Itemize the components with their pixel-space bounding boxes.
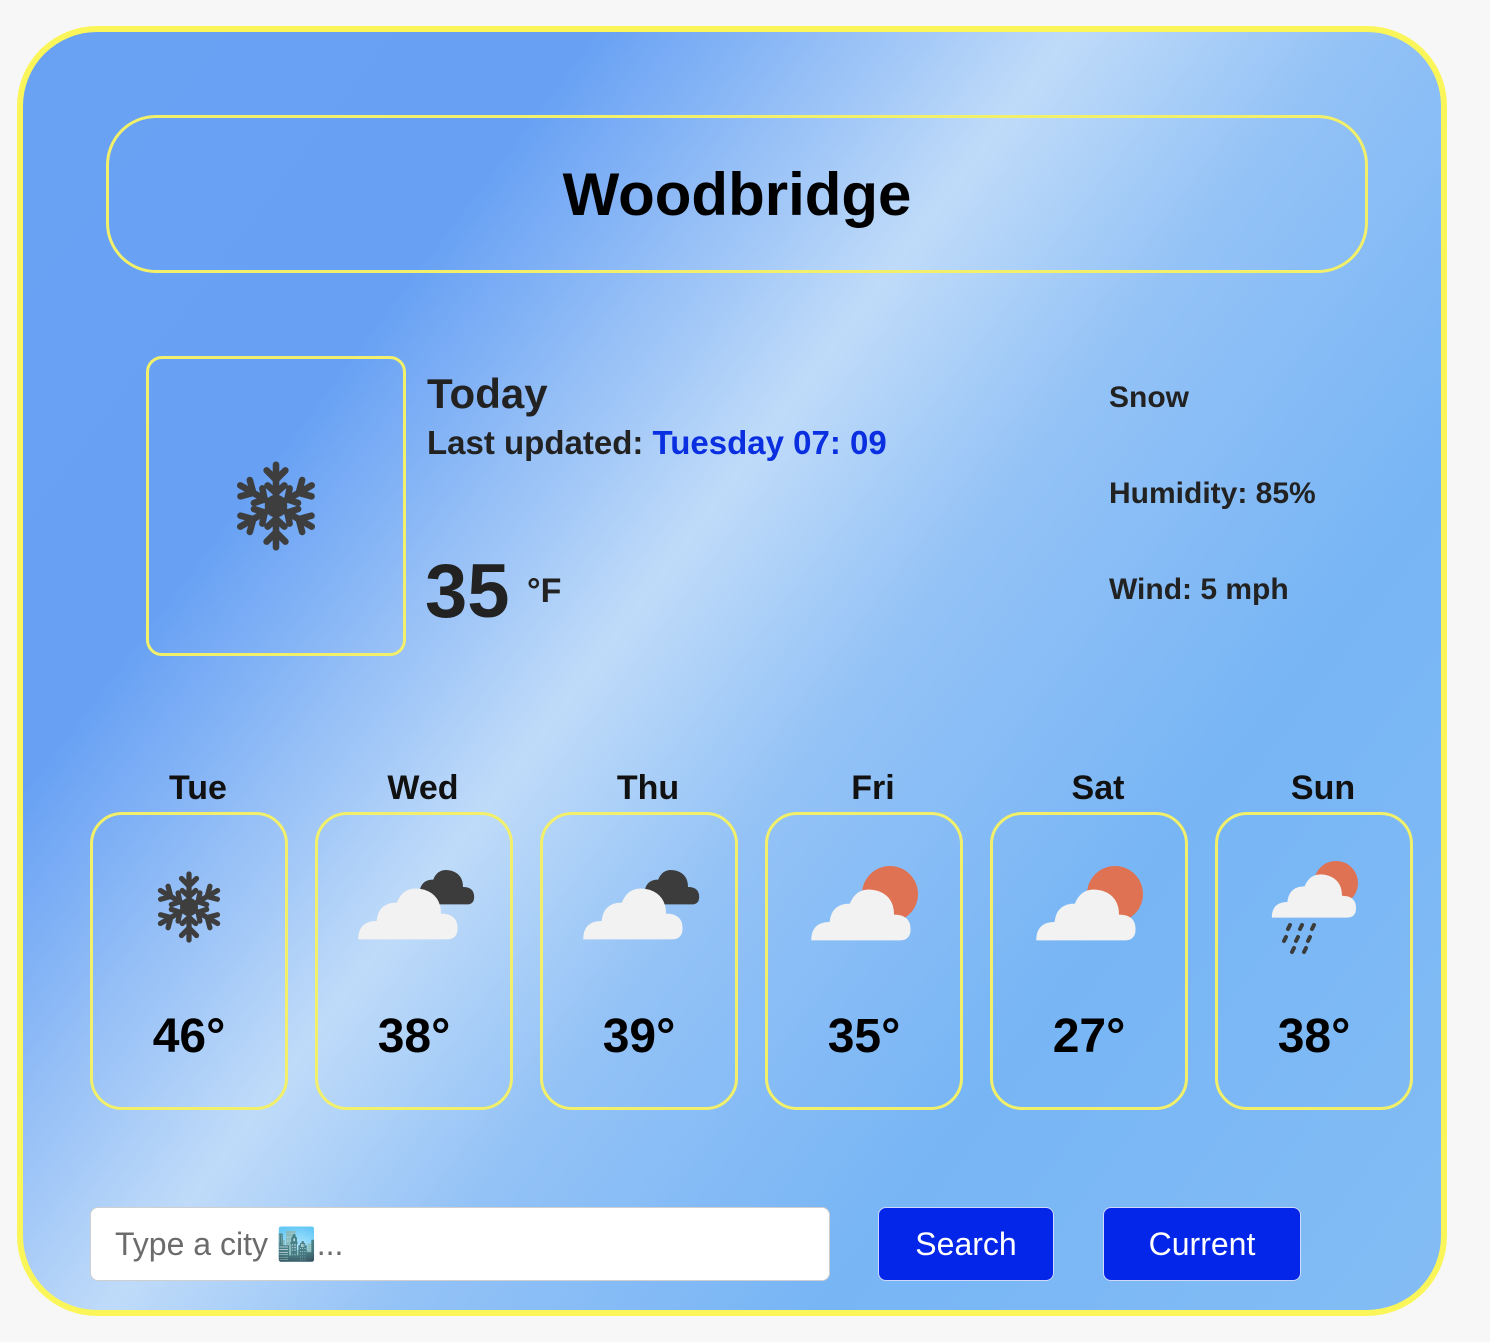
forecast-temp: 35° <box>827 1010 901 1063</box>
weather-card: Woodbridge Today Last updated: Tuesday 0… <box>17 26 1447 1316</box>
city-name: Woodbridge <box>562 160 912 228</box>
sun-behind-cloud-icon <box>811 866 918 941</box>
forecast-temp: 38° <box>1277 1010 1351 1063</box>
forecast-temp: 27° <box>1052 1010 1126 1063</box>
snowflake-icon <box>153 867 225 947</box>
forecast-day-label: Fri <box>851 769 895 807</box>
forecast-card: 27° <box>990 812 1188 1110</box>
current-day-label: Today <box>427 370 548 417</box>
forecast-card: 46° <box>90 812 288 1110</box>
forecast-day-label: Sun <box>1290 769 1356 807</box>
wind-text: Wind: 5 mph <box>1109 573 1289 606</box>
forecast-temp: 38° <box>377 1010 451 1063</box>
forecast-card: 39° <box>540 812 738 1110</box>
search-button[interactable]: Search <box>878 1207 1054 1281</box>
forecast-day-label: Tue <box>169 769 227 807</box>
current-location-button[interactable]: Current <box>1103 1207 1301 1281</box>
sun-behind-cloud-icon <box>1036 866 1143 941</box>
sun-cloud-rain-icon <box>1271 861 1358 954</box>
forecast-day-label: Thu <box>616 769 680 807</box>
forecast-day-label: Sat <box>1071 769 1125 807</box>
dark-clouds-icon <box>583 870 700 940</box>
current-weather-icon-box <box>146 356 406 656</box>
forecast-card: 38° <box>315 812 513 1110</box>
city-header: Woodbridge <box>106 115 1368 273</box>
current-temperature: 35 <box>425 549 510 634</box>
city-search-input[interactable] <box>90 1207 830 1281</box>
humidity-text: Humidity: 85% <box>1109 477 1316 510</box>
forecast-card: 38° <box>1215 812 1413 1110</box>
dark-clouds-icon <box>358 870 475 940</box>
last-updated-time: Tuesday 07: 09 <box>652 424 887 461</box>
temperature-unit: °F <box>527 572 562 610</box>
forecast-card: 35° <box>765 812 963 1110</box>
last-updated-label: Last updated: <box>427 424 644 461</box>
snowflake-icon <box>231 454 321 558</box>
forecast-day-label: Wed <box>387 769 459 807</box>
condition-text: Snow <box>1109 381 1189 414</box>
forecast-temp: 46° <box>152 1010 226 1063</box>
last-updated: Last updated: Tuesday 07: 09 <box>427 424 887 462</box>
forecast-temp: 39° <box>602 1010 676 1063</box>
